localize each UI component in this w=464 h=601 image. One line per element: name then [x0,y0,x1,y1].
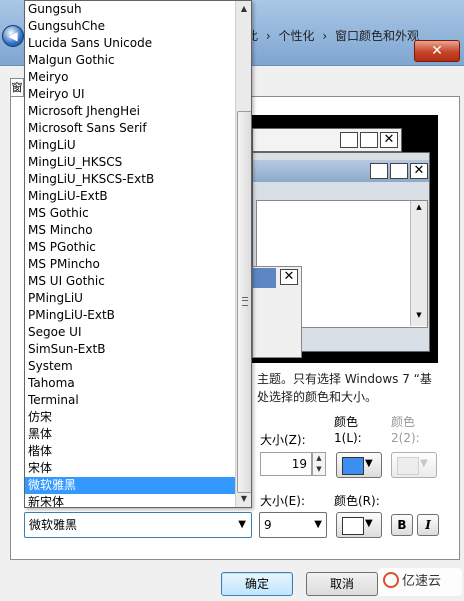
font-list-item[interactable]: MS Gothic [25,205,235,222]
chevron-down-icon: ▼ [420,458,428,469]
font-list-item[interactable]: 新宋体 [25,494,235,507]
font-list-item[interactable]: Segoe UI [25,324,235,341]
color-swatch [342,517,364,535]
item-color2-sublabel: 2(2): [391,431,420,445]
font-list-item[interactable]: MingLiU [25,137,235,154]
item-color1-button[interactable]: ▼ [336,452,382,478]
chevron-down-icon: ▼ [365,458,373,469]
item-color2-label: 颜色 [391,415,416,429]
font-list-item[interactable]: 仿宋 [25,409,235,426]
font-list-item[interactable]: 楷体 [25,443,235,460]
font-color-button[interactable]: ▼ [336,512,382,538]
font-size-select[interactable]: 9 ▼ [259,512,327,538]
scroll-down-icon[interactable]: ▼ [236,491,251,507]
breadcrumb: 此 › 个性化 › 窗口颜色和外观 [246,27,423,45]
preview-message-close-icon: ✕ [280,269,298,285]
italic-toggle-button[interactable]: I [417,514,439,536]
cancel-button[interactable]: 取消 [306,572,378,596]
chevron-down-icon: ▼ [314,519,322,530]
font-list-item[interactable]: MS Mincho [25,222,235,239]
font-list-item[interactable]: MingLiU_HKSCS [25,154,235,171]
window-close-button[interactable]: ✕ [414,40,460,62]
font-select[interactable]: 微软雅黑 ▼ [24,512,252,538]
breadcrumb-separator-icon: › [265,29,271,43]
preview-close-icon: ✕ [410,163,428,179]
preview-scroll-up-icon: ▲ [416,203,422,211]
font-list-item[interactable]: Microsoft JhengHei [25,103,235,120]
preview-maximize-icon [360,132,378,148]
color-swatch [397,457,419,475]
font-list-item[interactable]: PMingLiU-ExtB [25,307,235,324]
font-list-item[interactable]: Meiryo UI [25,86,235,103]
preview-selected-text [252,268,276,288]
scroll-thumb[interactable] [237,111,251,493]
font-list-item[interactable]: Lucida Sans Unicode [25,35,235,52]
font-list-item[interactable]: Gungsuh [25,1,235,18]
font-list: Gungsuh GungsuhChe Lucida Sans Unicode Malg… [25,1,235,507]
description-line: 处选择的颜色和大小。 [257,390,378,404]
bold-toggle-button[interactable]: B [391,514,413,536]
font-size-value: 9 [264,518,272,532]
item-size-input[interactable]: 19 [260,452,312,476]
description-text: 主题。只有选择 Windows 7 “基 处选择的颜色和大小。 [257,370,457,406]
preview-maximize-icon [390,163,408,179]
font-list-item[interactable]: System [25,358,235,375]
font-list-item[interactable]: GungsuhChe [25,18,235,35]
font-list-item[interactable]: MS PGothic [25,239,235,256]
font-list-item[interactable]: Tahoma [25,375,235,392]
font-list-item[interactable]: Microsoft Sans Serif [25,120,235,137]
font-list-item[interactable]: Malgun Gothic [25,52,235,69]
font-list-scrollbar[interactable]: ▲ ▼ [235,1,251,507]
item-color2-button: ▼ [391,452,437,478]
tab-label: 窗 [11,81,23,94]
item-size-spinner[interactable]: ▲ ▼ [312,452,326,476]
spin-down-icon[interactable]: ▼ [313,464,325,475]
preview-minimize-icon [370,163,388,179]
item-size-label: 大小(Z): [260,433,306,447]
font-list-item[interactable]: MingLiU-ExtB [25,188,235,205]
tab-appearance[interactable]: 窗 [10,78,24,96]
spin-up-icon[interactable]: ▲ [313,453,325,464]
breadcrumb-item[interactable]: 窗口颜色和外观 [335,29,419,43]
preview-minimize-icon [340,132,358,148]
back-button[interactable]: ◀ [2,25,24,47]
ok-button[interactable]: 确定 [221,572,293,596]
font-select-value: 微软雅黑 [29,518,78,532]
back-arrow-icon: ◀ [8,29,18,43]
font-list-item[interactable]: 黑体 [25,426,235,443]
item-color1-label: 颜色 [334,415,359,429]
watermark-text: 亿速云 [402,574,442,589]
item-color1-sublabel: 1(L): [334,431,362,445]
preview-scroll-down-icon: ▼ [416,311,422,319]
font-size-label: 大小(E): [260,494,305,508]
watermark-logo-icon [383,572,399,588]
preview-close-icon: ✕ [380,132,398,148]
description-line: 主题。只有选择 Windows 7 “基 [257,372,432,386]
font-list-item[interactable]: 宋体 [25,460,235,477]
color-swatch [342,457,364,475]
font-list-item[interactable]: MS UI Gothic [25,273,235,290]
chevron-down-icon: ▼ [365,518,373,529]
font-list-item[interactable]: MingLiU_HKSCS-ExtB [25,171,235,188]
font-list-item[interactable]: MS PMincho [25,256,235,273]
breadcrumb-item[interactable]: 个性化 [278,29,314,43]
breadcrumb-separator-icon: › [322,29,328,43]
grip-icon [242,297,248,306]
watermark: 亿速云 [378,568,462,596]
font-list-item[interactable]: Terminal [25,392,235,409]
font-color-label: 颜色(R): [334,494,380,508]
font-list-item[interactable]: Meiryo [25,69,235,86]
scroll-up-icon[interactable]: ▲ [236,1,251,17]
chevron-down-icon: ▼ [238,519,246,530]
font-list-item[interactable]: SimSun-ExtB [25,341,235,358]
font-dropdown-list[interactable]: Gungsuh GungsuhChe Lucida Sans Unicode Malg… [24,0,252,508]
preview-scrollbar: ▲ ▼ [410,201,427,326]
close-icon: ✕ [431,43,443,59]
font-list-item[interactable]: 微软雅黑 [25,477,235,494]
font-list-item[interactable]: PMingLiU [25,290,235,307]
